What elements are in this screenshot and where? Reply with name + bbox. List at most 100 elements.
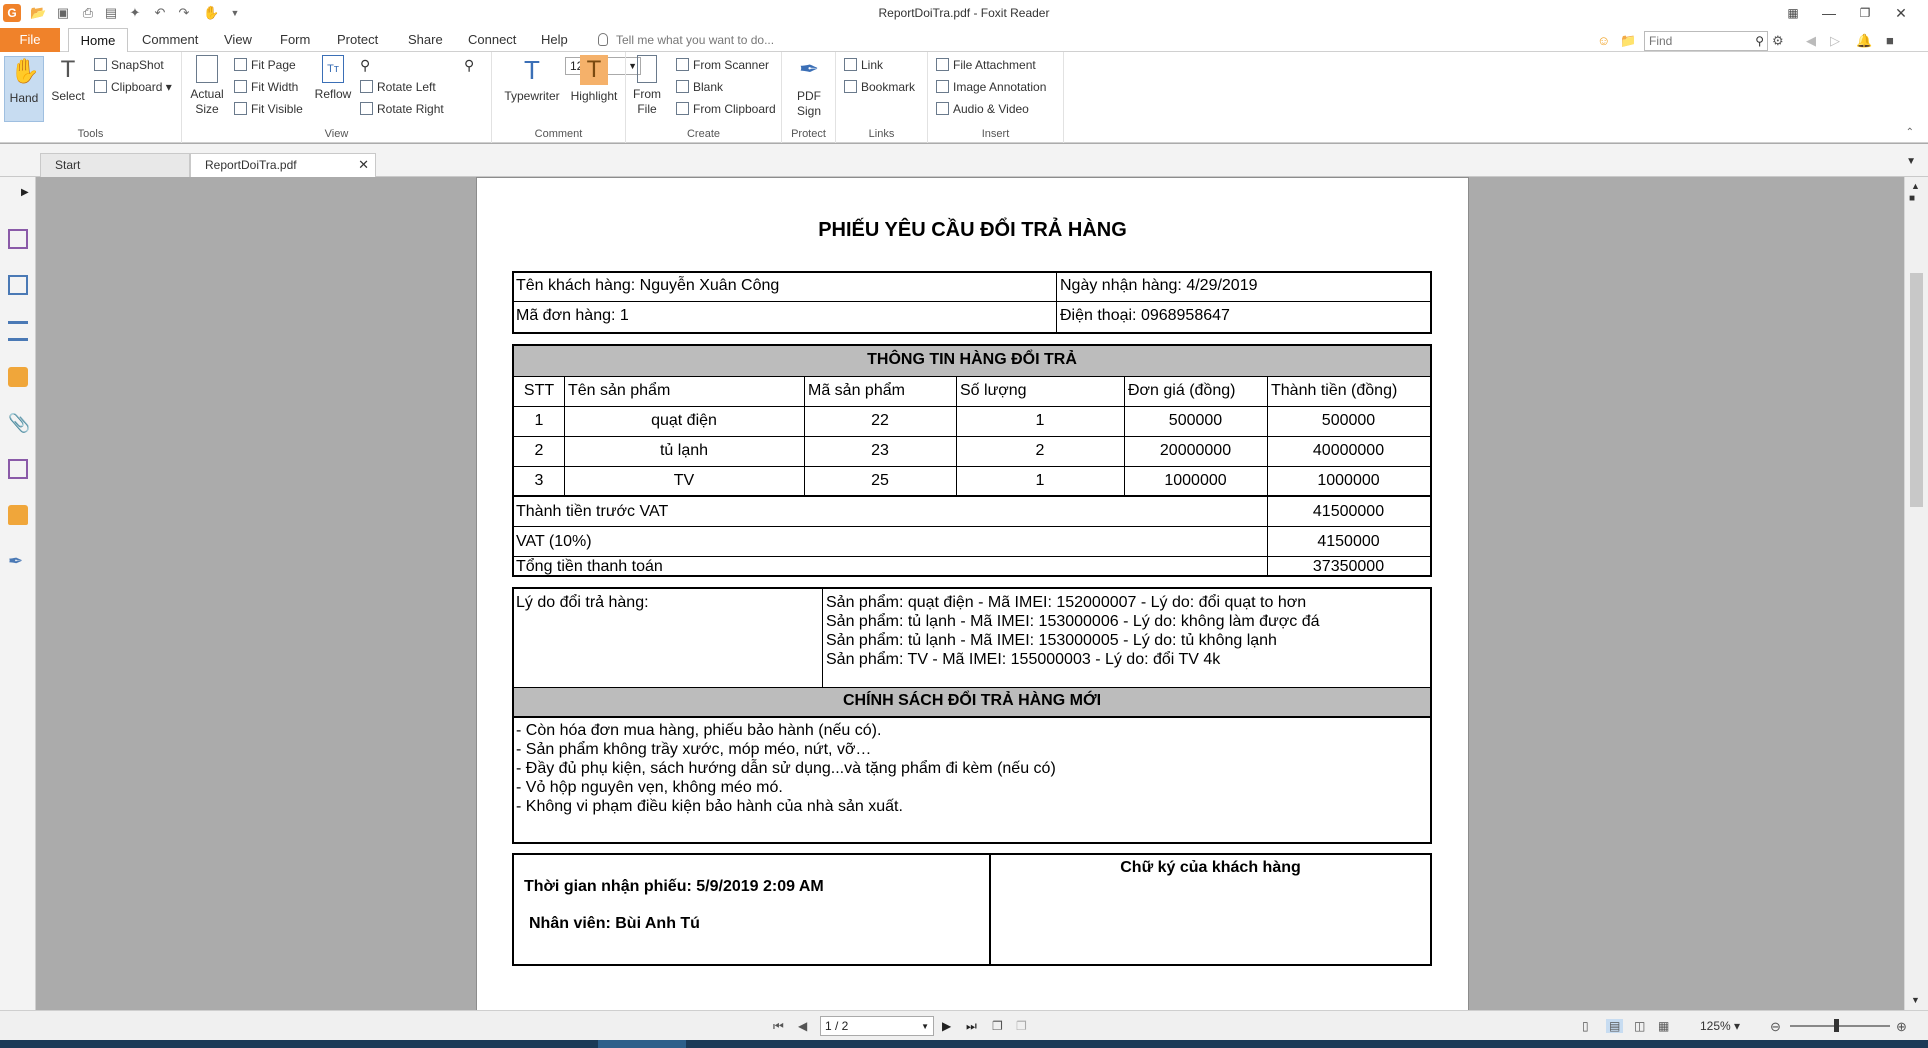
- document-viewer[interactable]: PHIẾU YÊU CẦU ĐỔI TRẢ HÀNG Tên khách hàn…: [36, 177, 1904, 1010]
- zoom-slider[interactable]: [1790, 1019, 1890, 1032]
- last-page-icon[interactable]: ⏭: [966, 1019, 977, 1034]
- audio-video-button[interactable]: Audio & Video: [936, 100, 1029, 118]
- from-file-button[interactable]: From File: [632, 55, 662, 117]
- blank-button[interactable]: Blank: [676, 78, 723, 96]
- pages-panel-icon[interactable]: [8, 275, 28, 295]
- hand-button[interactable]: ✋ Hand: [4, 56, 44, 122]
- ribbon-options-icon[interactable]: ▦: [1776, 2, 1810, 24]
- scroll-thumb[interactable]: [1910, 273, 1923, 507]
- notification-bell-icon[interactable]: 🔔: [1856, 33, 1872, 49]
- rotate-right-button[interactable]: Rotate Right: [360, 100, 444, 118]
- restore-button[interactable]: ❐: [1848, 2, 1882, 24]
- actual-size-button[interactable]: Actual Size: [188, 55, 226, 117]
- rotate-left-label: Rotate Left: [377, 80, 436, 94]
- bookmarks-panel-icon[interactable]: [8, 229, 28, 249]
- snapshot-button[interactable]: SnapShot: [94, 56, 164, 74]
- tab-reportdoitra[interactable]: ReportDoiTra.pdf ✕: [190, 153, 376, 178]
- next-page-icon[interactable]: ▶: [942, 1019, 951, 1033]
- tab-home[interactable]: Home: [68, 28, 128, 53]
- tell-me-search[interactable]: Tell me what you want to do...: [598, 33, 774, 47]
- table-cell: 1: [1035, 472, 1045, 489]
- page-number-select[interactable]: 1 / 2 ▼: [820, 1016, 934, 1036]
- divider: [822, 589, 823, 687]
- previous-page-icon[interactable]: ◀: [798, 1019, 807, 1033]
- zoom-level-select[interactable]: 125% ▾: [1700, 1019, 1740, 1033]
- link-button[interactable]: Link: [844, 56, 883, 74]
- table-cell: 1: [534, 412, 544, 429]
- signatures-panel-icon[interactable]: [8, 459, 28, 479]
- zoom-out-circle-icon[interactable]: ⊖: [1770, 1019, 1781, 1035]
- collapse-ribbon-icon[interactable]: ⌃: [1906, 127, 1914, 138]
- minimize-button[interactable]: —: [1812, 2, 1846, 24]
- tab-share[interactable]: Share: [404, 28, 447, 52]
- fit-width-button[interactable]: Fit Width: [234, 78, 298, 96]
- tab-protect[interactable]: Protect: [333, 28, 382, 52]
- zoom-in-icon[interactable]: ⚲: [464, 56, 474, 74]
- select-button[interactable]: T Select: [50, 55, 86, 104]
- fit-visible-button[interactable]: Fit Visible: [234, 100, 303, 118]
- expand-panel-icon[interactable]: ▶: [21, 187, 29, 198]
- comments-panel-icon[interactable]: [8, 367, 28, 387]
- single-page-icon[interactable]: ▯: [1582, 1019, 1589, 1033]
- facing-page-icon[interactable]: ◫: [1634, 1019, 1645, 1033]
- file-attachment-button[interactable]: File Attachment: [936, 56, 1036, 74]
- back-icon[interactable]: ◀: [1806, 33, 1816, 49]
- close-tab-icon[interactable]: ✕: [358, 154, 369, 176]
- from-scanner-button[interactable]: From Scanner: [676, 56, 769, 74]
- zoom-slider-knob[interactable]: [1834, 1019, 1839, 1032]
- zoom-out-icon[interactable]: ⚲: [360, 56, 370, 74]
- reflow-button[interactable]: Tт Reflow: [312, 55, 354, 102]
- from-clipboard-button[interactable]: From Clipboard: [676, 100, 776, 118]
- table-cell: 2: [1035, 442, 1045, 459]
- tab-start[interactable]: Start: [40, 153, 190, 177]
- tell-me-text: Tell me what you want to do...: [616, 33, 775, 47]
- content-panel-icon[interactable]: ✒: [8, 551, 28, 571]
- tab-form[interactable]: Form: [276, 28, 314, 52]
- typewriter-button[interactable]: T Typewriter: [500, 55, 564, 104]
- bookmark-button[interactable]: Bookmark: [844, 78, 915, 96]
- tab-connect[interactable]: Connect: [464, 28, 520, 52]
- fit-page-button[interactable]: Fit Page: [234, 56, 296, 74]
- tab-help[interactable]: Help: [537, 28, 572, 52]
- tab-list-dropdown-icon[interactable]: ▼: [1906, 156, 1916, 167]
- previous-view-icon[interactable]: ❐: [992, 1019, 1003, 1033]
- items-table: THÔNG TIN HÀNG ĐỔI TRẢ STT Tên sản phẩm …: [512, 344, 1432, 577]
- user-icon[interactable]: ■: [1886, 33, 1894, 48]
- table-cell: 23: [871, 442, 889, 459]
- settings-gear-icon[interactable]: ⚙: [1772, 33, 1784, 49]
- vat-value: 4150000: [1317, 533, 1380, 550]
- next-view-icon[interactable]: ❐: [1016, 1019, 1027, 1033]
- tab-file[interactable]: File: [0, 28, 60, 52]
- highlight-button[interactable]: T Highlight: [568, 55, 620, 104]
- layers-panel-icon[interactable]: [8, 321, 28, 341]
- image-annotation-button[interactable]: Image Annotation: [936, 78, 1046, 96]
- vertical-scrollbar[interactable]: ▲ ■ ▼: [1904, 177, 1928, 1010]
- close-button[interactable]: ✕: [1884, 2, 1918, 24]
- find-input[interactable]: [1645, 32, 1745, 50]
- taskbar-active-app[interactable]: [598, 1040, 686, 1048]
- continuous-facing-icon[interactable]: ▦: [1658, 1019, 1669, 1033]
- continuous-page-icon[interactable]: ▤: [1606, 1019, 1624, 1033]
- first-page-icon[interactable]: ⏮: [773, 1019, 784, 1034]
- zoom-in-circle-icon[interactable]: ⊕: [1896, 1019, 1907, 1035]
- split-view-icon[interactable]: ■: [1909, 193, 1915, 204]
- attachments-panel-icon[interactable]: 📎: [8, 413, 30, 433]
- tab-view[interactable]: View: [220, 28, 256, 52]
- clipboard-button[interactable]: Clipboard ▾: [94, 78, 172, 96]
- table-cell: 1000000: [1317, 472, 1380, 489]
- search-folder-icon[interactable]: 📁: [1620, 33, 1636, 49]
- pdf-page: PHIẾU YÊU CẦU ĐỔI TRẢ HÀNG Tên khách hàn…: [476, 177, 1469, 1010]
- rotate-left-button[interactable]: Rotate Left: [360, 78, 436, 96]
- highlight-icon: T: [580, 55, 608, 85]
- forward-icon[interactable]: ▷: [1830, 33, 1840, 49]
- pdf-sign-button[interactable]: ✒ PDF Sign: [792, 55, 826, 119]
- tools-group-label: Tools: [77, 128, 104, 140]
- tab-comment[interactable]: Comment: [138, 28, 202, 52]
- find-box[interactable]: ⚲: [1644, 31, 1768, 51]
- scroll-up-icon[interactable]: ▲: [1911, 181, 1920, 191]
- search-icon[interactable]: ⚲: [1755, 34, 1764, 48]
- window-title: ReportDoiTra.pdf - Foxit Reader: [878, 6, 1050, 20]
- security-lock-icon[interactable]: [8, 505, 28, 525]
- scroll-down-icon[interactable]: ▼: [1911, 995, 1920, 1005]
- smiley-icon[interactable]: ☺: [1597, 33, 1610, 48]
